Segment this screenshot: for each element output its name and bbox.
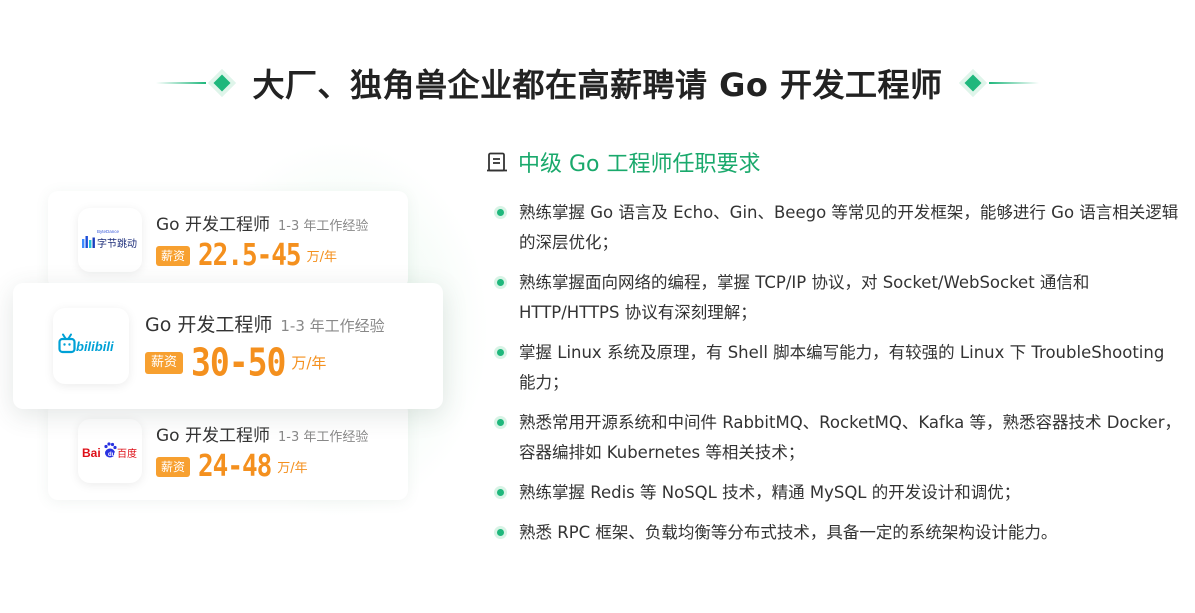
dot-icon	[497, 529, 504, 536]
salary-badge: 薪资	[156, 456, 191, 477]
requirement-text: 熟练掌握面向网络的编程，掌握 TCP/IP 协议，对 Socket/WebSoc…	[519, 273, 1090, 322]
svg-text:ByteDance: ByteDance	[97, 229, 120, 234]
list-item: 熟练掌握 Redis 等 NoSQL 技术，精通 MySQL 的开发设计和调优；	[497, 478, 1182, 508]
requirement-text: 掌握 Linux 系统及原理，有 Shell 脚本编写能力，有较强的 Linux…	[519, 343, 1165, 392]
list-item: 熟悉常用开源系统和中间件 RabbitMQ、RocketMQ、Kafka 等，熟…	[497, 408, 1182, 468]
salary-range: 30-50	[191, 340, 286, 385]
requirements-title: 中级 Go 工程师任职要求	[518, 152, 761, 177]
salary-unit: 万/年	[306, 250, 337, 265]
bilibili-logo: bilibili	[53, 308, 129, 384]
requirement-text: 熟悉 RPC 框架、负载均衡等分布式技术，具备一定的系统架构设计能力。	[519, 523, 1058, 542]
page-headline: 大厂、独角兽企业都在高薪聘请 Go 开发工程师	[0, 56, 1195, 110]
doc-icon	[487, 152, 507, 172]
requirement-text: 熟练掌握 Go 语言及 Echo、Gin、Beego 等常见的开发框架，能够进行…	[519, 203, 1179, 252]
job-card-baidu[interactable]: Bai du 百度 Go 开发工程师 1-3 年工作经验 薪资 24-48 万/…	[48, 402, 408, 500]
list-item: 熟悉 RPC 框架、负载均衡等分布式技术，具备一定的系统架构设计能力。	[497, 518, 1182, 548]
job-info: Go 开发工程师 1-3 年工作经验 薪资 22.5-45 万/年	[156, 210, 369, 273]
dot-icon	[497, 419, 504, 426]
job-title: Go 开发工程师	[156, 214, 270, 235]
list-item: 掌握 Linux 系统及原理，有 Shell 脚本编写能力，有较强的 Linux…	[497, 338, 1182, 398]
job-experience: 1-3 年工作经验	[277, 218, 369, 234]
job-title: Go 开发工程师	[145, 314, 273, 336]
requirements-heading: 中级 Go 工程师任职要求	[486, 146, 761, 178]
salary-range: 24-48	[198, 449, 272, 484]
dot-icon	[497, 349, 504, 356]
diamond-icon	[213, 74, 231, 92]
requirement-text: 熟练掌握 Redis 等 NoSQL 技术，精通 MySQL 的开发设计和调优；	[519, 483, 1021, 502]
dot-icon	[497, 489, 504, 496]
list-item: 熟练掌握 Go 语言及 Echo、Gin、Beego 等常见的开发框架，能够进行…	[497, 198, 1182, 258]
svg-text:Bai: Bai	[82, 446, 101, 460]
svg-text:字节跳动: 字节跳动	[97, 237, 137, 250]
list-item: 熟练掌握面向网络的编程，掌握 TCP/IP 协议，对 Socket/WebSoc…	[497, 268, 1182, 328]
salary-unit: 万/年	[277, 461, 308, 476]
salary-unit: 万/年	[291, 354, 327, 372]
job-title: Go 开发工程师	[156, 425, 270, 446]
job-card-bilibili[interactable]: bilibili Go 开发工程师 1-3 年工作经验 薪资 30-50 万/年	[13, 283, 443, 409]
requirement-text: 熟悉常用开源系统和中间件 RabbitMQ、RocketMQ、Kafka 等，熟…	[519, 413, 1181, 462]
page-title: 大厂、独角兽企业都在高薪聘请 Go 开发工程师	[252, 66, 943, 104]
salary-badge: 薪资	[156, 245, 191, 266]
svg-text:bilibili: bilibili	[76, 339, 114, 354]
salary-range: 22.5-45	[198, 238, 302, 273]
diamond-icon	[964, 74, 982, 92]
job-info: Go 开发工程师 1-3 年工作经验 薪资 24-48 万/年	[156, 421, 369, 484]
baidu-logo-icon: Bai du 百度	[82, 442, 137, 460]
dot-icon	[497, 279, 504, 286]
baidu-logo: Bai du 百度	[78, 419, 142, 483]
dot-icon	[497, 209, 504, 216]
job-card-bytedance[interactable]: ByteDance 字节跳动 Go 开发工程师 1-3 年工作经验 薪资 22.…	[48, 191, 408, 289]
headline-decoration-right	[957, 74, 1039, 92]
job-experience: 1-3 年工作经验	[277, 429, 369, 445]
svg-text:百度: 百度	[117, 447, 137, 460]
bytedance-logo: ByteDance 字节跳动	[78, 208, 142, 272]
requirements-list: 熟练掌握 Go 语言及 Echo、Gin、Beego 等常见的开发框架，能够进行…	[497, 198, 1182, 558]
svg-text:du: du	[108, 452, 116, 458]
job-experience: 1-3 年工作经验	[280, 317, 385, 335]
headline-decoration-left	[156, 74, 238, 92]
bilibili-logo-icon: bilibili	[58, 333, 114, 354]
job-info: Go 开发工程师 1-3 年工作经验 薪资 30-50 万/年	[145, 310, 385, 385]
salary-badge: 薪资	[145, 351, 184, 374]
bytedance-logo-icon: ByteDance 字节跳动	[82, 229, 137, 250]
